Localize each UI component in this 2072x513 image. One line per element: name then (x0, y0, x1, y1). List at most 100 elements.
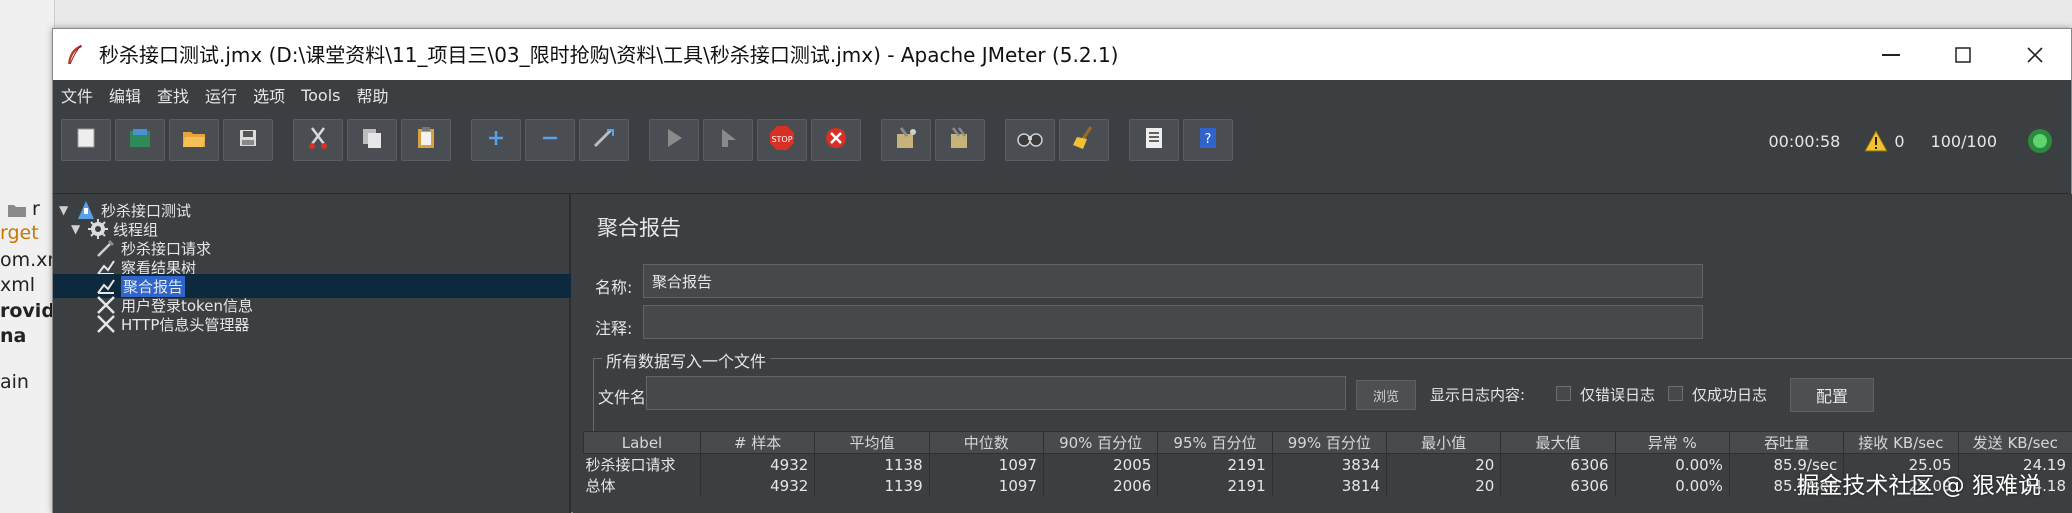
clear-button[interactable] (881, 119, 931, 161)
menu-help[interactable]: 帮助 (357, 83, 389, 107)
maximize-button[interactable] (1927, 29, 1999, 80)
column-header[interactable]: Label (583, 431, 701, 454)
stop-sign-icon: STOP (769, 125, 795, 155)
column-header[interactable]: 平均值 (814, 431, 930, 454)
reset-search-button[interactable] (1059, 119, 1109, 161)
table-cell: 0.00% (1615, 453, 1730, 475)
table-cell: 1097 (929, 453, 1044, 475)
copy-button[interactable] (347, 119, 397, 161)
binoculars-icon (1016, 128, 1044, 152)
menu-tools[interactable]: Tools (301, 86, 340, 105)
log-content-label: 显示日志内容: (1430, 386, 1526, 404)
paste-button[interactable] (401, 119, 451, 161)
open-folder-icon (182, 128, 206, 152)
column-header[interactable]: 接收 KB/sec (1843, 431, 1959, 454)
collapse-all-button[interactable] (525, 119, 575, 161)
templates-icon (128, 127, 152, 153)
cut-button[interactable] (293, 119, 343, 161)
start-no-pauses-button[interactable] (703, 119, 753, 161)
clear-broom-icon (893, 126, 919, 154)
svg-text:STOP: STOP (771, 135, 792, 144)
table-cell: 秒杀接口请求 (583, 453, 701, 475)
function-list-icon (1143, 126, 1165, 154)
table-cell: 6306 (1500, 475, 1616, 496)
run-status: 00:00:58 0 100/100 (1768, 123, 2053, 159)
svg-text:?: ? (1205, 132, 1212, 147)
comment-field[interactable] (643, 305, 1703, 339)
configure-button[interactable]: 配置 (1790, 378, 1874, 412)
table-cell: 2191 (1157, 453, 1273, 475)
tree-item-header-manager[interactable]: HTTP信息头管理器 (95, 312, 249, 336)
minimize-button[interactable] (1855, 29, 1927, 80)
menu-file[interactable]: 文件 (61, 83, 93, 107)
toggle-button[interactable] (579, 119, 629, 161)
collapse-triangle-icon[interactable]: ▼ (71, 222, 85, 236)
table-cell: 4932 (700, 453, 816, 475)
success-only-checkbox[interactable] (1668, 386, 1683, 401)
filename-field[interactable] (646, 376, 1346, 410)
active-threads: 100/100 (1930, 131, 1997, 151)
test-plan-tree: ▼ 秒杀接口测试 ▼ 线程组 秒杀接口请求 察看结果树 聚合报告 用户登录tok… (53, 194, 571, 513)
shutdown-button[interactable] (811, 119, 861, 161)
column-header[interactable]: 异常 % (1614, 431, 1730, 454)
save-disk-icon (238, 128, 258, 152)
warning-icon[interactable] (1864, 130, 1889, 152)
table-header-row: Label # 样本 平均值 中位数 90% 百分位 95% 百分位 99% 百… (583, 431, 2072, 454)
start-button[interactable] (649, 119, 699, 161)
help-book-icon: ? (1197, 126, 1219, 154)
save-button[interactable] (223, 119, 273, 161)
toolbar: STOP ? 00:00:58 0 100/100 (53, 110, 2071, 194)
table-cell: 2005 (1043, 453, 1159, 475)
play-icon (664, 127, 684, 153)
menu-search[interactable]: 查找 (157, 83, 189, 107)
table-cell: 2191 (1157, 475, 1273, 496)
column-header[interactable]: 99% 百分位 (1271, 431, 1387, 454)
group-title: 所有数据写入一个文件 (602, 348, 771, 372)
bg-ide-line: rovide (0, 300, 55, 322)
jmeter-window: 秒杀接口测试.jmx (D:\课堂资料\11_项目三\03_限时抢购\资料\工具… (52, 28, 2072, 513)
collapse-triangle-icon[interactable]: ▼ (59, 203, 73, 217)
table-cell: 0.00% (1615, 475, 1730, 496)
search-button[interactable] (1005, 119, 1055, 161)
menu-options[interactable]: 选项 (253, 83, 285, 107)
broom-icon (1071, 125, 1097, 155)
table-cell: 3814 (1272, 475, 1387, 496)
title-bar[interactable]: 秒杀接口测试.jmx (D:\课堂资料\11_项目三\03_限时抢购\资料\工具… (53, 29, 2071, 80)
browse-button[interactable]: 浏览 (1356, 380, 1416, 410)
column-header[interactable]: 95% 百分位 (1157, 431, 1273, 454)
column-header[interactable]: 吞吐量 (1728, 431, 1845, 454)
menu-edit[interactable]: 编辑 (109, 83, 141, 107)
expand-all-button[interactable] (471, 119, 521, 161)
errors-only-checkbox[interactable] (1556, 386, 1571, 401)
column-header[interactable]: 最小值 (1385, 431, 1502, 454)
column-header[interactable]: 发送 KB/sec (1957, 431, 2072, 454)
column-header[interactable]: # 样本 (699, 431, 816, 454)
templates-button[interactable] (115, 119, 165, 161)
menu-run[interactable]: 运行 (205, 83, 237, 107)
plus-icon (486, 128, 506, 152)
help-button[interactable]: ? (1183, 119, 1233, 161)
close-button[interactable] (1999, 29, 2071, 80)
errors-only-label: 仅错误日志 (1580, 386, 1656, 404)
bg-ide-line: om.xn (0, 249, 55, 271)
new-plan-button[interactable] (61, 119, 111, 161)
name-field[interactable] (643, 264, 1703, 298)
clear-all-button[interactable] (935, 119, 985, 161)
background-browser-tabs (0, 0, 2072, 30)
play-no-pause-icon (718, 127, 738, 153)
watermark: 掘金技术社区 @ 狠难说 (1796, 473, 2041, 499)
elapsed-time: 00:00:58 (1768, 131, 1841, 151)
clipboard-icon (415, 126, 437, 154)
toggle-wand-icon (592, 127, 616, 153)
column-header[interactable]: 中位数 (928, 431, 1044, 454)
table-cell: 2006 (1043, 475, 1159, 496)
screen: r rget om.xn xml rovide na ain 秒杀接口测试.jm… (0, 0, 2072, 513)
function-helper-button[interactable] (1129, 119, 1179, 161)
stop-button[interactable]: STOP (757, 119, 807, 161)
column-header[interactable]: 最大值 (1500, 431, 1616, 454)
scissors-icon (306, 126, 330, 154)
minus-icon (540, 128, 560, 152)
open-button[interactable] (169, 119, 219, 161)
column-header[interactable]: 90% 百分位 (1042, 431, 1159, 454)
table-cell: 6306 (1500, 453, 1616, 475)
